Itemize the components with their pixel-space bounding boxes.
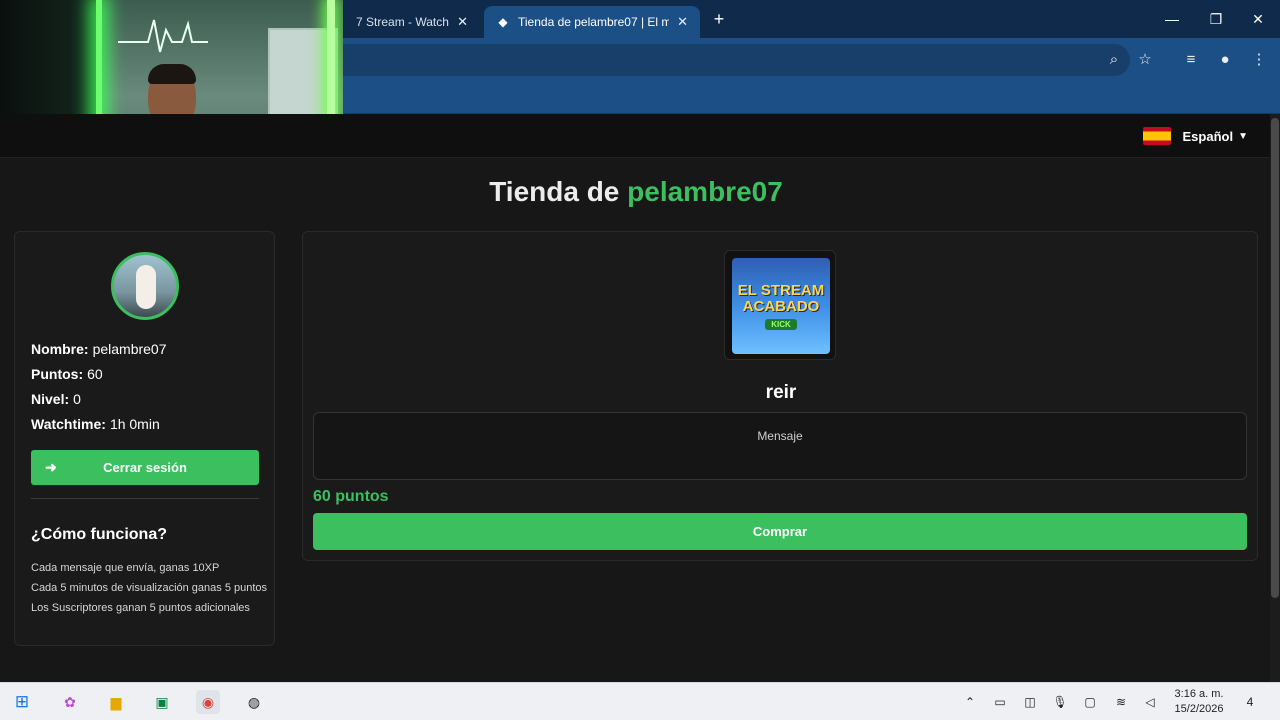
- clock-date: 15/2/2026: [1174, 703, 1224, 715]
- avatar-figure: [136, 265, 156, 309]
- stat-value: 0: [73, 390, 81, 407]
- menu-kebab-icon[interactable]: ⋮: [1247, 48, 1271, 72]
- tab-close-icon[interactable]: ✕: [457, 14, 468, 30]
- product-card: EL STREAM ACABADO KICK reir Mensaje 60 p…: [302, 231, 1258, 561]
- stat-key: Puntos:: [31, 365, 84, 382]
- how-it-works-title: ¿Cómo funciona?: [31, 526, 167, 543]
- divider: [31, 498, 259, 499]
- chrome-icon[interactable]: ◉: [196, 690, 220, 714]
- tab-title: Tienda de pelambre07 | El mejo: [518, 15, 670, 29]
- list-item: Cada mensaje que envía, ganas 10XP: [31, 562, 220, 574]
- tab-close-icon[interactable]: ✕: [677, 14, 688, 30]
- page-title-prefix: Tienda de: [489, 176, 620, 207]
- list-item: Cada 5 minutos de visualización ganas 5 …: [31, 582, 268, 594]
- stat-key: Nombre:: [31, 340, 89, 357]
- new-tab-button[interactable]: +: [708, 8, 730, 30]
- taskbar-clock[interactable]: 3:16 a. m. 15/2/2026: [1168, 687, 1230, 717]
- profile-avatar-icon[interactable]: ●: [1213, 48, 1237, 72]
- logout-label: Cerrar sesión: [103, 460, 187, 475]
- minimize-button[interactable]: —: [1150, 6, 1194, 32]
- stat-row: Nombre: pelambre07: [31, 336, 261, 361]
- logout-button[interactable]: ➜ Cerrar sesión: [31, 450, 259, 485]
- stat-row: Watchtime: 1h 0min: [31, 411, 261, 436]
- stat-value: pelambre07: [92, 340, 167, 357]
- heartbeat-neon-icon: [118, 19, 208, 53]
- language-label: Español: [1182, 128, 1234, 144]
- stat-row: Puntos: 60: [31, 361, 261, 386]
- notifications-icon[interactable]: 4: [1240, 692, 1260, 712]
- restore-button[interactable]: ❐: [1194, 6, 1238, 32]
- how-it-works-list: Cada mensaje que envía, ganas 10XP Cada …: [31, 558, 271, 618]
- address-bar[interactable]: [250, 44, 1130, 76]
- tab-stream[interactable]: 7 Stream - Watch Liv ✕: [344, 6, 480, 38]
- streamer-hair: [148, 64, 196, 84]
- stat-value: 60: [87, 365, 103, 382]
- capture-icon[interactable]: ▢: [1080, 692, 1100, 712]
- kick-badge: KICK: [765, 318, 797, 330]
- copilot-icon[interactable]: ✿: [58, 690, 82, 714]
- zoom-icon[interactable]: ⌕: [1102, 48, 1126, 72]
- site-topbar: Español ▼: [0, 114, 1270, 158]
- clock-time: 3:16 a. m.: [1174, 688, 1224, 700]
- bookmark-star-icon[interactable]: ☆: [1133, 48, 1157, 72]
- file-explorer-icon[interactable]: ▆: [104, 690, 128, 714]
- language-selector[interactable]: Español ▼: [1142, 124, 1248, 148]
- profile-stats: Nombre: pelambre07 Puntos: 60 Nivel: 0 W…: [31, 336, 261, 436]
- media-control-icon[interactable]: ≡: [1179, 48, 1203, 72]
- tab-title: 7 Stream - Watch Liv: [356, 15, 449, 29]
- tab-tienda[interactable]: ◆ Tienda de pelambre07 | El mejo ✕: [484, 6, 700, 38]
- volume-icon[interactable]: ◁: [1140, 692, 1160, 712]
- notification-count: 4: [1246, 695, 1254, 709]
- store-page: Español ▼ Tienda de pelambre07 Nombre: p…: [0, 114, 1280, 682]
- message-input[interactable]: Mensaje: [313, 412, 1247, 480]
- stat-value: 1h 0min: [109, 415, 160, 432]
- product-image-text: EL STREAM: [737, 281, 825, 299]
- meet-icon[interactable]: ◫: [1020, 692, 1040, 712]
- page-title-user: pelambre07: [627, 176, 783, 207]
- product-image: EL STREAM ACABADO KICK: [732, 258, 830, 354]
- chevron-down-icon: ▼: [1238, 130, 1248, 142]
- windows-taskbar: ⊞ ✿ ▆ ▣ ◉ ◍ ⌃ ▭ ◫ 🎙 ▢ ≋ ◁ 3:16 a. m. 15/…: [0, 682, 1280, 720]
- wifi-icon[interactable]: ≋: [1111, 692, 1131, 712]
- buy-button[interactable]: Comprar: [313, 513, 1247, 550]
- close-window-button[interactable]: ✕: [1236, 6, 1280, 32]
- scrollbar-thumb[interactable]: [1271, 118, 1279, 598]
- profile-card: Nombre: pelambre07 Puntos: 60 Nivel: 0 W…: [14, 231, 275, 646]
- obs-icon[interactable]: ◍: [242, 690, 266, 714]
- chevron-up-icon[interactable]: ⌃: [960, 692, 980, 712]
- avatar: [111, 252, 179, 320]
- excel-icon[interactable]: ▣: [150, 690, 174, 714]
- sign-out-icon: ➜: [45, 459, 57, 475]
- product-price: 60 puntos: [313, 488, 389, 505]
- kick-favicon-icon: ◆: [498, 15, 508, 29]
- list-item: Los Suscriptores ganan 5 puntos adiciona…: [31, 602, 250, 614]
- stat-key: Watchtime:: [31, 415, 106, 432]
- spain-flag-icon: [1142, 127, 1171, 145]
- product-image-frame: EL STREAM ACABADO KICK: [724, 250, 836, 360]
- page-title: Tienda de pelambre07: [0, 176, 1272, 208]
- product-name: reir: [765, 382, 797, 403]
- product-image-text: ACABADO: [742, 297, 820, 315]
- microphone-icon[interactable]: 🎙: [1050, 692, 1070, 712]
- stat-row: Nivel: 0: [31, 386, 261, 411]
- battery-icon[interactable]: ▭: [990, 692, 1010, 712]
- windows-start-icon[interactable]: ⊞: [10, 690, 34, 714]
- stat-key: Nivel:: [31, 390, 70, 407]
